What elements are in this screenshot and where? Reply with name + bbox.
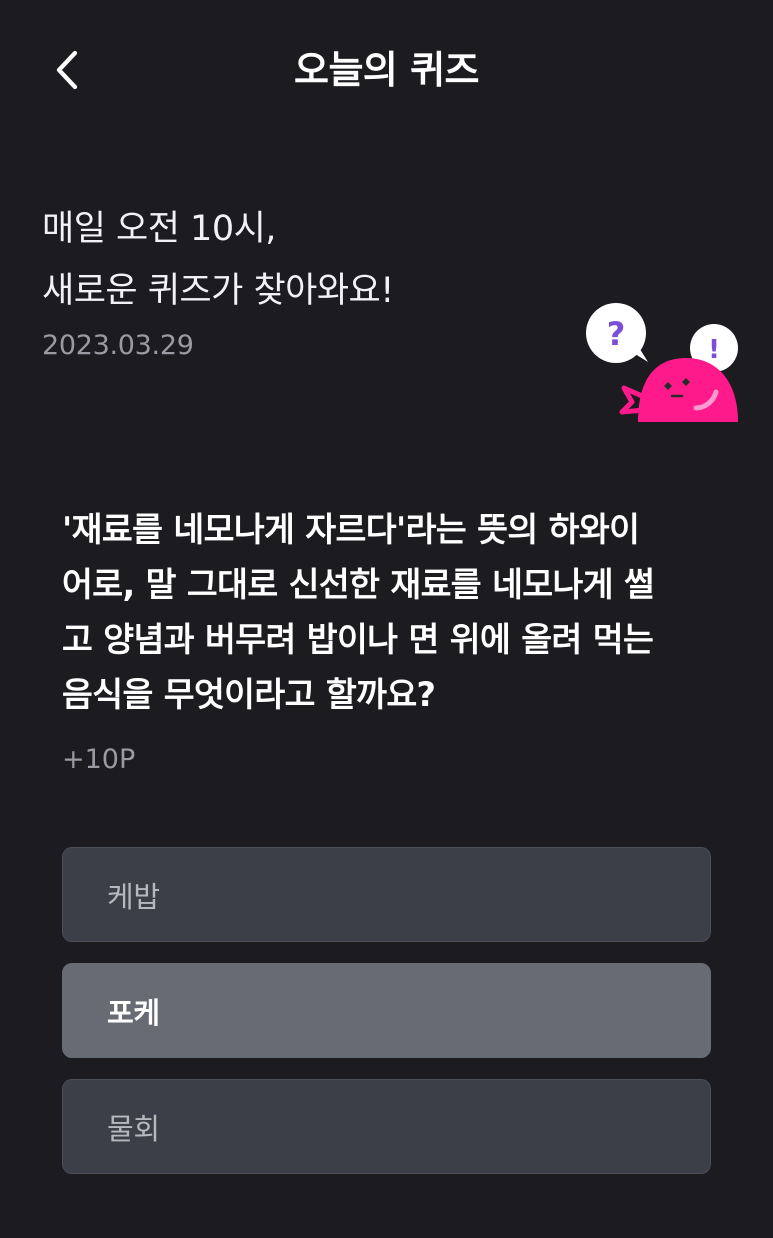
answer-options: 케밥 포케 물회 bbox=[62, 847, 711, 1195]
answer-option-2-selected[interactable]: 포케 bbox=[62, 963, 711, 1058]
answer-option-3[interactable]: 물회 bbox=[62, 1079, 711, 1174]
quiz-date: 2023.03.29 bbox=[42, 330, 194, 361]
exclaim-mark: ! bbox=[708, 335, 720, 365]
answer-option-1[interactable]: 케밥 bbox=[62, 847, 711, 942]
quiz-mascot-illustration: ? ! bbox=[586, 303, 738, 422]
answer-option-label: 물회 bbox=[107, 1111, 160, 1146]
page-title: 오늘의 퀴즈 bbox=[293, 48, 480, 92]
intro-section: 매일 오전 10시, 새로운 퀴즈가 찾아와요! 2023.03.29 bbox=[42, 198, 562, 366]
quiz-question: '재료를 네모나게 자르다'라는 뜻의 하와이 어로, 말 그대로 신선한 재료… bbox=[62, 502, 722, 722]
question-line-2: 어로, 말 그대로 신선한 재료를 네모나게 썰 bbox=[62, 565, 655, 604]
answer-option-label: 포케 bbox=[107, 995, 160, 1030]
intro-headline-line-1: 매일 오전 10시, bbox=[42, 209, 276, 249]
question-bubble-icon: ? bbox=[586, 303, 648, 363]
answer-option-label: 케밥 bbox=[107, 879, 160, 914]
question-line-1: '재료를 네모나게 자르다'라는 뜻의 하와이 bbox=[62, 510, 640, 549]
intro-headline-line-2: 새로운 퀴즈가 찾아와요! bbox=[42, 271, 394, 311]
question-mark: ? bbox=[607, 315, 626, 353]
header-bar: 오늘의 퀴즈 bbox=[0, 0, 773, 140]
points-reward: +10P bbox=[62, 744, 136, 775]
question-line-4: 음식을 무엇이라고 할까요? bbox=[62, 675, 436, 714]
question-line-3: 고 양념과 버무려 밥이나 면 위에 올려 먹는 bbox=[62, 620, 654, 659]
